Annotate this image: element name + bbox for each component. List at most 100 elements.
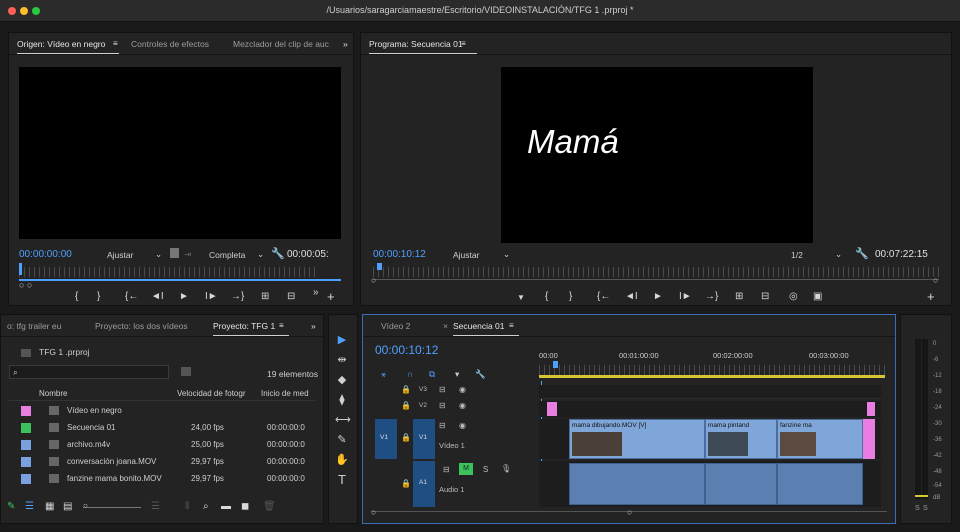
step-back-icon[interactable]: ◄I <box>625 291 638 302</box>
track-label[interactable]: V2 <box>419 402 427 409</box>
ripple-edit-tool-icon[interactable]: ◆ <box>335 373 349 387</box>
tab-sequence-01[interactable]: Secuencia 01 <box>453 321 518 336</box>
sync-lock-icon[interactable]: ⊟ <box>439 421 446 430</box>
clip-fanzine-mama[interactable]: fanzine ma <box>777 419 863 459</box>
icon-view-icon[interactable]: ▦ <box>45 501 54 512</box>
clip-video-en-negro[interactable] <box>547 402 557 416</box>
tab-sequence-video2[interactable]: Vídeo 2 <box>381 321 410 331</box>
search-input[interactable]: ⌕ <box>9 365 169 379</box>
sync-lock-icon[interactable]: ⊟ <box>439 401 446 410</box>
zoom-handle-icon[interactable]: ○ <box>933 275 938 285</box>
sync-lock-icon[interactable]: ⊟ <box>443 465 450 474</box>
source-zoom-bar[interactable] <box>19 279 341 281</box>
solo-button[interactable]: S <box>483 465 488 474</box>
list-item[interactable]: conversación joana.MOV 29,97 fps 00:00:00:… <box>11 454 311 470</box>
mute-button[interactable]: M <box>459 463 473 475</box>
program-viewer[interactable]: Mamá <box>501 67 813 243</box>
track-select-tool-icon[interactable]: ⇹ <box>335 353 349 367</box>
slip-tool-icon[interactable]: ⟷ <box>335 413 351 427</box>
comparison-view-icon[interactable]: ▣ <box>813 291 822 302</box>
tab-audio-clip-mixer[interactable]: Mezclador del clip de auc <box>233 39 329 49</box>
zoom-slider-handle[interactable]: ○ <box>83 501 88 510</box>
source-timecode[interactable]: 00:00:00:00 <box>19 249 72 260</box>
mark-out-icon[interactable]: } <box>97 291 100 302</box>
go-to-out-icon[interactable]: →} <box>705 291 718 302</box>
zoom-slider[interactable] <box>83 507 141 508</box>
linked-selection-icon[interactable]: ⧉ <box>429 369 435 380</box>
extract-icon[interactable]: ⊟ <box>761 291 769 302</box>
list-item[interactable]: Vídeo en negro <box>11 403 311 419</box>
settings-icon[interactable] <box>170 248 179 258</box>
source-viewer[interactable] <box>19 67 341 239</box>
lock-icon[interactable]: 🔒 <box>401 479 411 488</box>
audio-clip[interactable] <box>569 463 705 505</box>
solo-right-button[interactable]: S <box>923 505 928 512</box>
eye-icon[interactable]: ◉ <box>459 421 466 430</box>
add-button-icon[interactable]: + <box>927 289 935 304</box>
v1-track-target[interactable]: V1 <box>413 419 435 459</box>
razor-tool-icon[interactable]: ⧫ <box>335 393 349 407</box>
more-tabs-icon[interactable]: » <box>343 39 348 49</box>
sync-lock-icon[interactable]: ⊟ <box>439 385 446 394</box>
go-to-in-icon[interactable]: {← <box>597 291 610 302</box>
program-time-ruler[interactable] <box>373 267 939 277</box>
column-header-fps[interactable]: Velocidad de fotogr <box>177 389 246 398</box>
clip-mama-pintando[interactable]: mama pintand <box>705 419 777 459</box>
source-fit-select[interactable]: Ajustar <box>107 250 133 260</box>
trash-icon[interactable]: 🗑 <box>263 501 276 512</box>
source-time-ruler[interactable] <box>19 267 319 277</box>
column-header-name[interactable]: Nombre <box>39 389 67 398</box>
list-item[interactable]: Secuencia 01 24,00 fps 00:00:00:0 <box>11 420 311 436</box>
play-icon[interactable]: ► <box>653 291 663 302</box>
zoom-handle-icon[interactable]: ○ <box>371 275 376 285</box>
work-area-bar[interactable] <box>539 375 885 378</box>
go-to-in-icon[interactable]: {← <box>125 291 138 302</box>
chevron-down-icon[interactable]: ⌄ <box>155 249 162 260</box>
microphone-icon[interactable]: 🎙 <box>501 464 511 473</box>
timeline-settings-icon[interactable]: 🔧 <box>475 369 486 380</box>
hand-tool-icon[interactable]: ✋ <box>335 453 349 467</box>
chevron-down-icon[interactable]: ⌄ <box>835 249 842 260</box>
lock-icon[interactable]: 🔒 <box>401 433 411 442</box>
type-tool-icon[interactable]: T <box>335 473 349 487</box>
track-lane-v1[interactable]: mama dibujando.MOV [V] mama pintand fanz… <box>539 419 881 459</box>
step-forward-icon[interactable]: I► <box>205 291 218 302</box>
a1-track-target[interactable]: A1 <box>413 461 435 507</box>
list-item[interactable]: fanzine mama bonito.MOV 29,97 fps 00:00:00… <box>11 471 311 487</box>
step-back-icon[interactable]: ◄I <box>151 291 164 302</box>
tab-program[interactable]: Programa: Secuencia 01 <box>369 39 477 54</box>
list-view-icon[interactable]: ☰ <box>25 501 34 512</box>
track-lane-a1[interactable] <box>539 461 881 507</box>
tab-project-tfg-trailer[interactable]: o: tfg trailer eu <box>7 321 61 331</box>
lift-icon[interactable]: ⊞ <box>735 291 743 302</box>
tab-menu-icon[interactable]: ≡ <box>461 39 466 48</box>
add-marker-icon[interactable]: ▾ <box>455 369 459 380</box>
tab-menu-icon[interactable]: ≡ <box>113 39 118 48</box>
scroll-handle-icon[interactable]: ○ <box>371 507 376 517</box>
wrench-icon[interactable]: 🔧 <box>855 247 869 260</box>
new-item-icon[interactable]: ◼ <box>241 501 249 512</box>
timeline-ruler[interactable]: 00:00 00:01:00:00 00:02:00:00 00:03:00:0… <box>539 351 885 381</box>
clip-pink[interactable] <box>867 402 875 416</box>
program-fit-select[interactable]: Ajustar <box>453 250 479 260</box>
insert-icon[interactable]: ⇥ <box>184 249 191 260</box>
pen-tool-icon[interactable]: ✎ <box>335 433 349 447</box>
column-header-start[interactable]: Inicio de med <box>261 389 309 398</box>
sort-icon[interactable]: ☰ <box>151 501 160 512</box>
close-tab-icon[interactable]: × <box>443 321 448 331</box>
audio-clip[interactable] <box>777 463 863 505</box>
play-icon[interactable]: ► <box>179 291 189 302</box>
insert-clip-icon[interactable]: ⊞ <box>261 291 269 302</box>
more-tabs-icon[interactable]: » <box>311 321 316 331</box>
mark-in-icon[interactable]: { <box>75 291 78 302</box>
mark-out-icon[interactable]: } <box>569 291 572 302</box>
track-label[interactable]: V3 <box>419 386 427 393</box>
label-color-swatch[interactable] <box>21 457 31 467</box>
source-resolution-select[interactable]: Completa <box>209 250 245 260</box>
timeline-timecode[interactable]: 00:00:10:12 <box>375 343 438 357</box>
zoom-handle-icon[interactable]: ○ ○ <box>19 280 32 290</box>
freeform-view-icon[interactable]: ▤ <box>63 501 72 512</box>
clip-pink-end[interactable] <box>863 419 875 459</box>
new-bin-icon[interactable]: ▬ <box>221 501 231 512</box>
lock-icon[interactable]: 🔒 <box>401 401 411 410</box>
